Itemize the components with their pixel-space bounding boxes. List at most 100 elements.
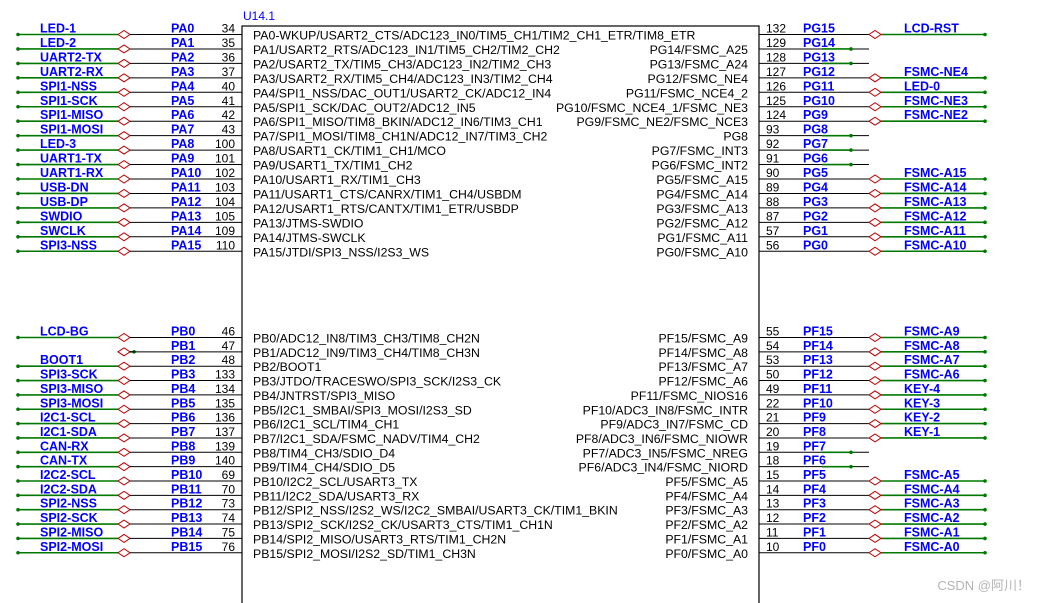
- pin-name-pa3: PA3: [171, 65, 194, 79]
- net-label-usb-dp: USB-DP: [40, 195, 88, 209]
- pin-function-pf4: PF4/FSMC_A4: [665, 489, 748, 503]
- pin-function-pg0: PG0/FSMC_A10: [656, 245, 748, 259]
- pin-name-pf15: PF15: [803, 325, 833, 339]
- pin-function-pa14: PA14/JTMS-SWCLK: [253, 231, 366, 245]
- port-marker-pf5: [868, 476, 882, 486]
- pin-function-pb9: PB9/TIM4_CH4/SDIO_D5: [253, 461, 395, 475]
- pin-name-pb13: PB13: [171, 511, 202, 525]
- port-marker-pf1: [868, 533, 882, 544]
- pin-name-pa8: PA8: [171, 137, 194, 151]
- pin-function-pf5: PF5/FSMC_A5: [665, 475, 748, 489]
- pin-row-pa15: SPI3-NSS PA15 110 PA15/JTDI/SPI3_NSS/I2S3_W…: [16, 238, 429, 259]
- net-label-usb-dn: USB-DN: [40, 180, 89, 194]
- pin-function-pa0: PA0-WKUP/USART2_CTS/ADC123_IN0/TIM5_CH1/…: [253, 29, 695, 43]
- pin-number-pg14: 129: [766, 36, 786, 50]
- net-label-fsmc-a10: FSMC-A10: [904, 238, 967, 252]
- pin-name-pf8: PF8: [803, 425, 826, 439]
- net-label-spi2-sck: SPI2-SCK: [40, 511, 98, 525]
- wire-end-dot: [983, 421, 987, 426]
- pin-name-pa5: PA5: [171, 94, 194, 108]
- port-marker-pa12: [117, 203, 131, 213]
- port-marker-pa14: [117, 232, 131, 242]
- wire-end-dot: [16, 32, 20, 37]
- port-marker-pb7: [117, 433, 131, 443]
- pin-row-pg15: LCD-RST 132 PG15: [759, 22, 987, 40]
- net-label-can-rx: CAN-RX: [40, 439, 89, 453]
- port-marker-pf4: [868, 490, 882, 500]
- port-marker-pb1: [117, 347, 131, 357]
- watermark: CSDN @阿川！: [937, 578, 1030, 593]
- port-marker-pg5: [868, 174, 882, 184]
- pin-function-pb10: PB10/I2C2_SCL/USART3_TX: [253, 475, 418, 489]
- net-label-spi1-sck: SPI1-SCK: [40, 94, 98, 108]
- wire-end-dot: [16, 536, 20, 541]
- net-label-i2c2-scl: I2C2-SCL: [40, 468, 96, 482]
- pin-number-pa5: 41: [222, 94, 236, 108]
- pin-number-pf5: 15: [766, 468, 780, 482]
- pin-row-pg7: 92 PG7 PG7/FSMC_INT3: [652, 137, 869, 158]
- wire-end-dot: [16, 550, 20, 555]
- pin-function-pf1: PF1/FSMC_A1: [665, 532, 748, 546]
- pin-name-pb14: PB14: [171, 525, 202, 539]
- wire-end-dot: [983, 507, 987, 512]
- net-label-led-0: LED-0: [904, 79, 940, 93]
- net-label-lcd-rst: LCD-RST: [904, 22, 959, 36]
- port-marker-pf12: [868, 375, 882, 386]
- port-marker-pg3: [868, 203, 882, 213]
- port-marker-pf11: [868, 390, 882, 400]
- port-marker-pb0: [117, 332, 131, 343]
- pin-function-pg13: PG13/FSMC_A24: [650, 57, 749, 71]
- pin-function-pf3: PF3/FSMC_A3: [665, 504, 748, 518]
- pin-name-pa6: PA6: [171, 108, 194, 122]
- wire-end-dot: [16, 133, 20, 138]
- wire-end-dot: [983, 407, 987, 412]
- pin-name-pf6: PF6: [803, 454, 826, 468]
- port-marker-pa1: [117, 44, 131, 54]
- pin-number-pa8: 100: [215, 137, 235, 151]
- net-label-led-2: LED-2: [40, 36, 76, 50]
- net-label-fsmc-a3: FSMC-A3: [904, 497, 960, 511]
- pin-name-pa0: PA0: [171, 22, 194, 36]
- port-marker-pb2: [117, 361, 131, 371]
- wire-end-dot: [983, 104, 987, 109]
- pin-number-pb6: 136: [215, 411, 235, 425]
- port-marker-pa5: [117, 102, 131, 112]
- wire-end-dot: [983, 235, 987, 239]
- port-marker-pb5: [117, 404, 131, 414]
- pin-function-pb14: PB14/SPI2_MISO/USART3_RTS/TIM1_CH2N: [253, 532, 506, 546]
- pin-name-pb12: PB12: [171, 497, 202, 511]
- pin-function-pb4: PB4/JNTRST/SPI3_MISO: [253, 389, 395, 403]
- wire-end-dot: [16, 119, 20, 123]
- port-marker-pa10: [117, 174, 131, 184]
- port-marker-pf15: [868, 332, 882, 343]
- net-label-fsmc-a1: FSMC-A1: [904, 525, 960, 539]
- pin-number-pb9: 140: [215, 454, 235, 468]
- wire-end-dot: [16, 177, 20, 181]
- wire-end-dot: [16, 364, 20, 369]
- pin-name-pg11: PG11: [803, 79, 834, 93]
- pin-name-pa2: PA2: [171, 50, 194, 64]
- pin-number-pf4: 14: [766, 482, 780, 496]
- wire-end-dot: [16, 61, 20, 66]
- pin-function-pa4: PA4/SPI1_NSS/DAC_OUT1/USART2_CK/ADC12_IN…: [253, 86, 551, 100]
- pin-number-pa15: 110: [216, 238, 235, 252]
- pin-function-pf6: PF6/ADC3_IN4/FSMC_NIORD: [579, 461, 749, 475]
- net-label-swdio: SWDIO: [40, 209, 83, 223]
- pin-function-pa2: PA2/USART2_TX/TIM5_CH3/ADC123_IN2/TIM2_C…: [253, 57, 551, 71]
- pin-function-pg2: PG2/FSMC_A12: [656, 216, 748, 230]
- pin-number-pg3: 88: [766, 195, 780, 209]
- port-marker-pf3: [868, 505, 882, 515]
- wire-end-dot: [16, 148, 20, 152]
- pin-number-pb12: 73: [222, 497, 236, 511]
- wire-end-dot: [983, 522, 987, 526]
- port-marker-pg10: [868, 102, 882, 112]
- pin-function-pa3: PA3/USART2_RX/TIM5_CH4/ADC123_IN3/TIM2_C…: [253, 72, 553, 86]
- pin-number-pa12: 104: [215, 195, 235, 209]
- pin-name-pa7: PA7: [171, 123, 194, 137]
- wire-end-dot: [983, 493, 987, 498]
- pin-name-pf9: PF9: [803, 411, 826, 425]
- pin-number-pa3: 37: [222, 65, 236, 79]
- wire-end-dot: [983, 393, 987, 397]
- pin-number-pb13: 74: [222, 511, 236, 525]
- pin-function-pb5: PB5/I2C1_SMBAI/SPI3_MOSI/I2S3_SD: [253, 403, 472, 417]
